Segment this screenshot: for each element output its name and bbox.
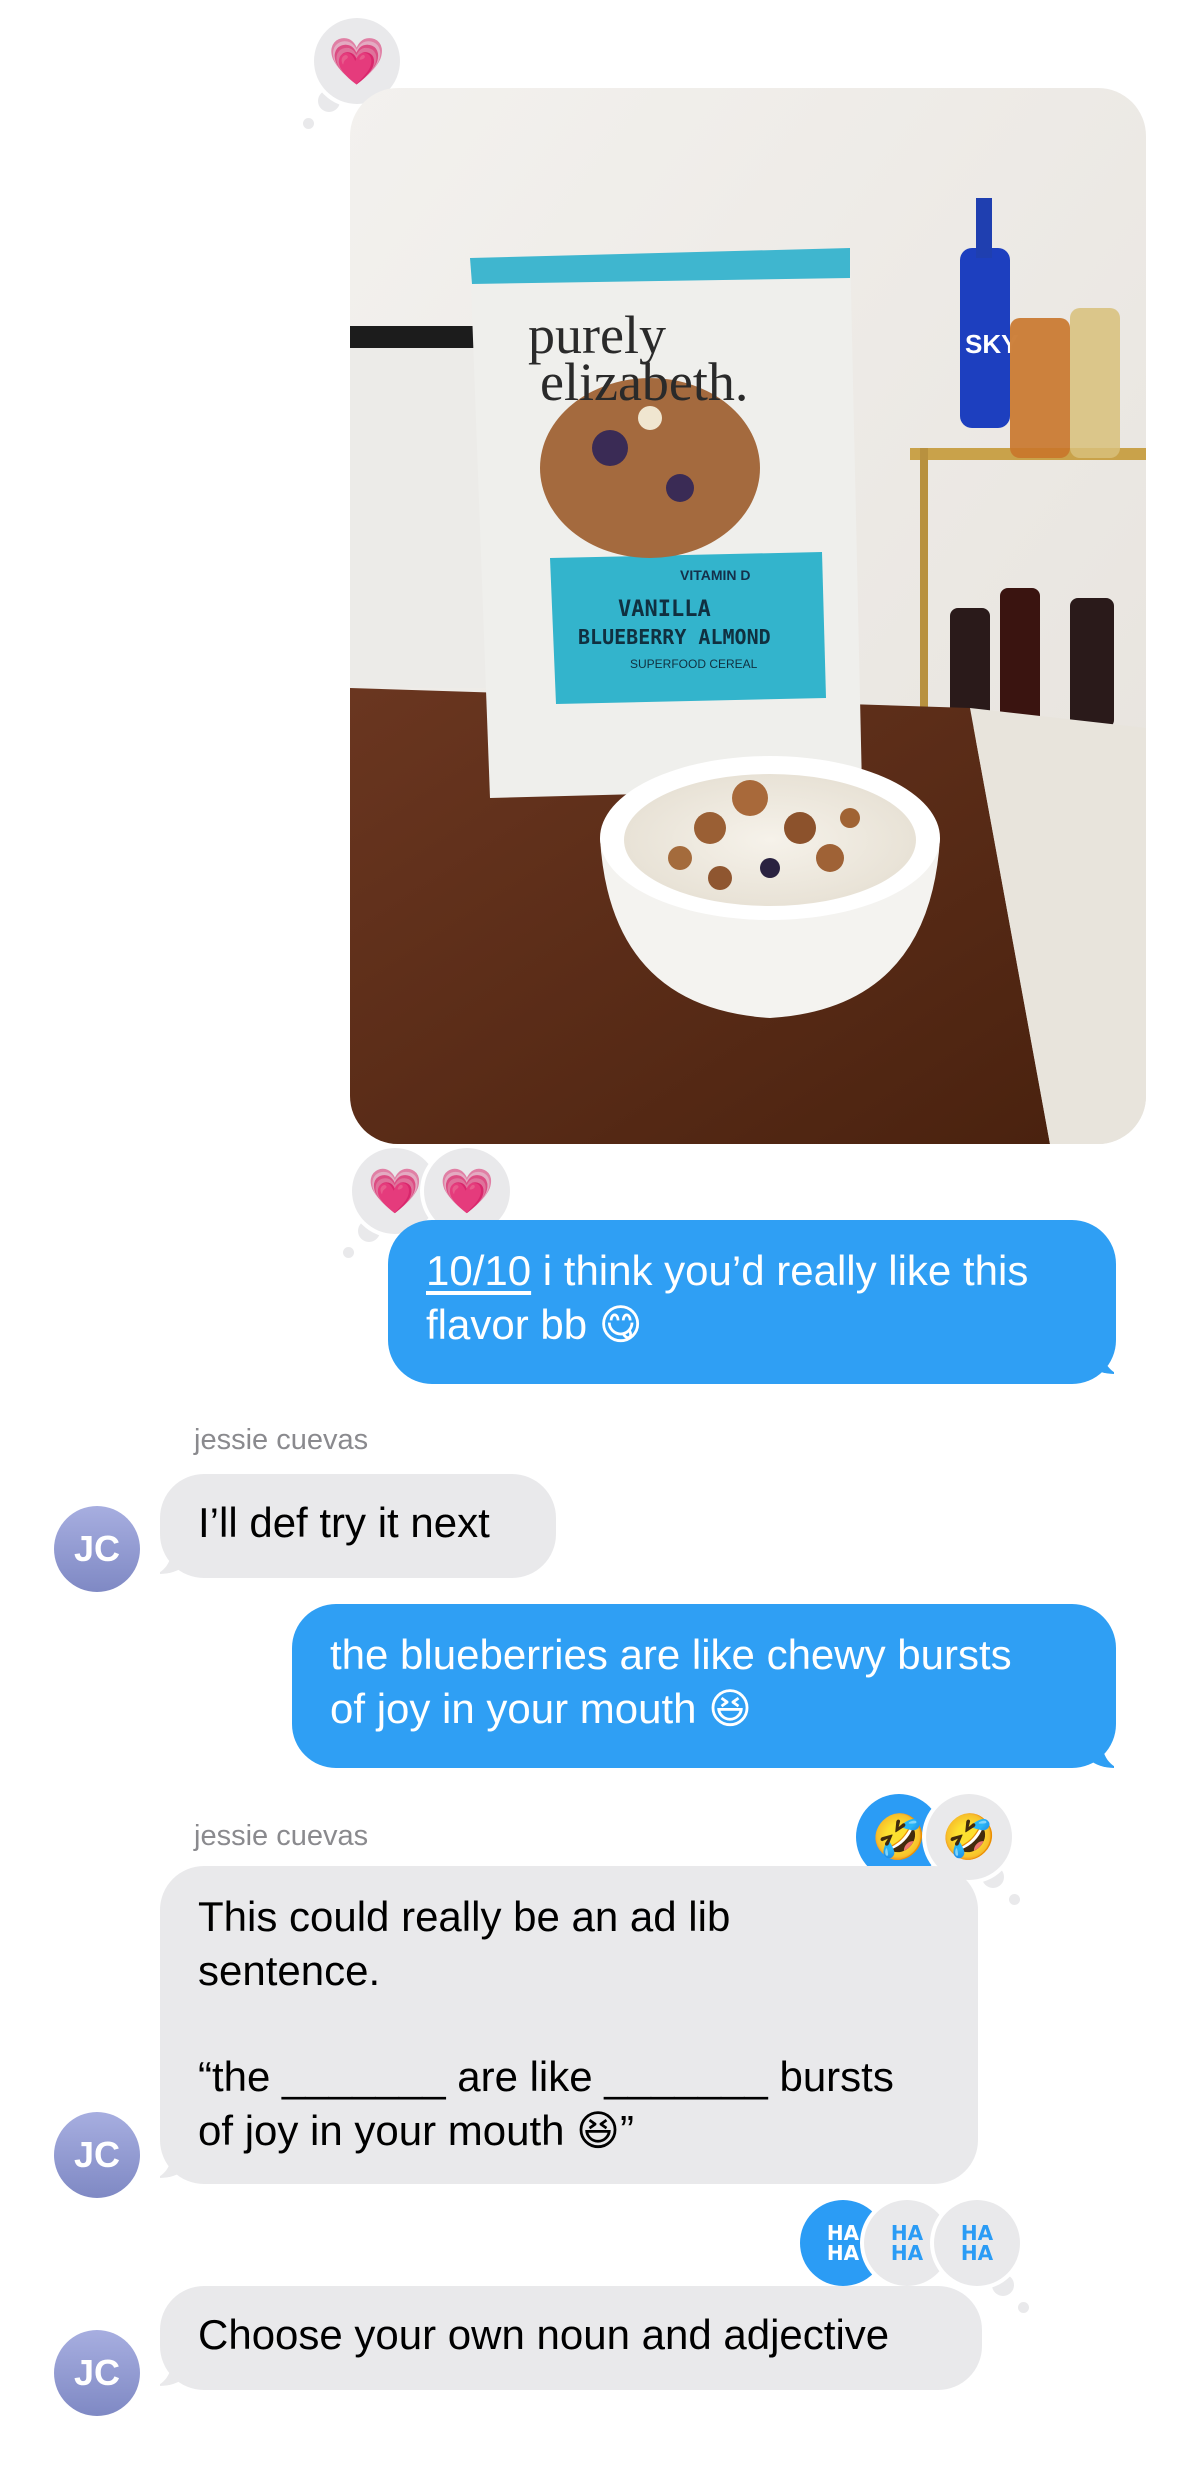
cereal-photo: SKY purely elizabeth. VITAMIN D VANILLA … [350, 88, 1146, 1144]
message-line: flavor bb 😋 [426, 1301, 643, 1348]
message-line: of joy in your mouth 😆 [330, 1685, 752, 1732]
box-subtitle: SUPERFOOD CEREAL [630, 657, 758, 671]
reaction-tail-dot [1018, 2302, 1029, 2313]
box-vitamin: VITAMIN D [680, 567, 751, 583]
haha-icon: HA HA [890, 2221, 924, 2265]
reaction-tail-dot [1009, 1894, 1020, 1905]
box-flavor-2: BLUEBERRY ALMOND [578, 625, 771, 649]
message-link[interactable]: 10/10 [426, 1247, 531, 1294]
heart-icon: 💗 [367, 1167, 423, 1216]
haha-icon: HA HA [826, 2221, 860, 2265]
avatar[interactable]: JC [54, 2112, 140, 2198]
message-line: “the _______ are like _______ bursts [198, 2053, 894, 2100]
avatar[interactable]: JC [54, 1506, 140, 1592]
reaction-tail-dot [303, 118, 314, 129]
box-flavor-1: VANILLA [618, 597, 711, 622]
rofl-icon: 🤣 [871, 1813, 927, 1862]
heart-icon: 💗 [439, 1167, 495, 1216]
message-text: I’ll def try it next [198, 1499, 490, 1546]
rofl-icon: 🤣 [941, 1813, 997, 1862]
message-line: the blueberries are like chewy bursts [330, 1631, 1012, 1678]
message-bubble-outgoing[interactable]: 10/10 i think you’d really like this fla… [388, 1220, 1116, 1384]
sender-name: jessie cuevas [194, 1424, 369, 1456]
sender-name: jessie cuevas [194, 1820, 369, 1852]
message-bubble-incoming[interactable]: I’ll def try it next [160, 1474, 556, 1578]
message-text: Choose your own noun and adjective [198, 2311, 890, 2358]
message-text: i think you’d really like this [531, 1247, 1029, 1294]
message-bubble-incoming[interactable]: Choose your own noun and adjective [160, 2286, 982, 2390]
message-line: sentence. [198, 1947, 381, 1994]
message-bubble-outgoing[interactable]: the blueberries are like chewy bursts of… [292, 1604, 1116, 1768]
message-bubble-incoming[interactable]: This could really be an ad lib sentence.… [160, 1866, 978, 2184]
message-line: This could really be an ad lib [198, 1893, 731, 1940]
box-brand-2: elizabeth. [540, 352, 748, 412]
cereal-box: purely elizabeth. VITAMIN D VANILLA BLUE… [470, 248, 862, 798]
reaction-tail-dot [343, 1247, 354, 1258]
haha-icon: HA HA [960, 2221, 994, 2265]
message-line: of joy in your mouth 😆” [198, 2107, 634, 2154]
reaction-haha-3[interactable]: HA HA [934, 2200, 1020, 2286]
message-line: 10/10 i think you’d really like this [426, 1244, 1080, 1298]
photo-attachment[interactable]: SKY purely elizabeth. VITAMIN D VANILLA … [350, 88, 1146, 1144]
avatar[interactable]: JC [54, 2330, 140, 2416]
heart-icon: 💗 [328, 34, 386, 87]
